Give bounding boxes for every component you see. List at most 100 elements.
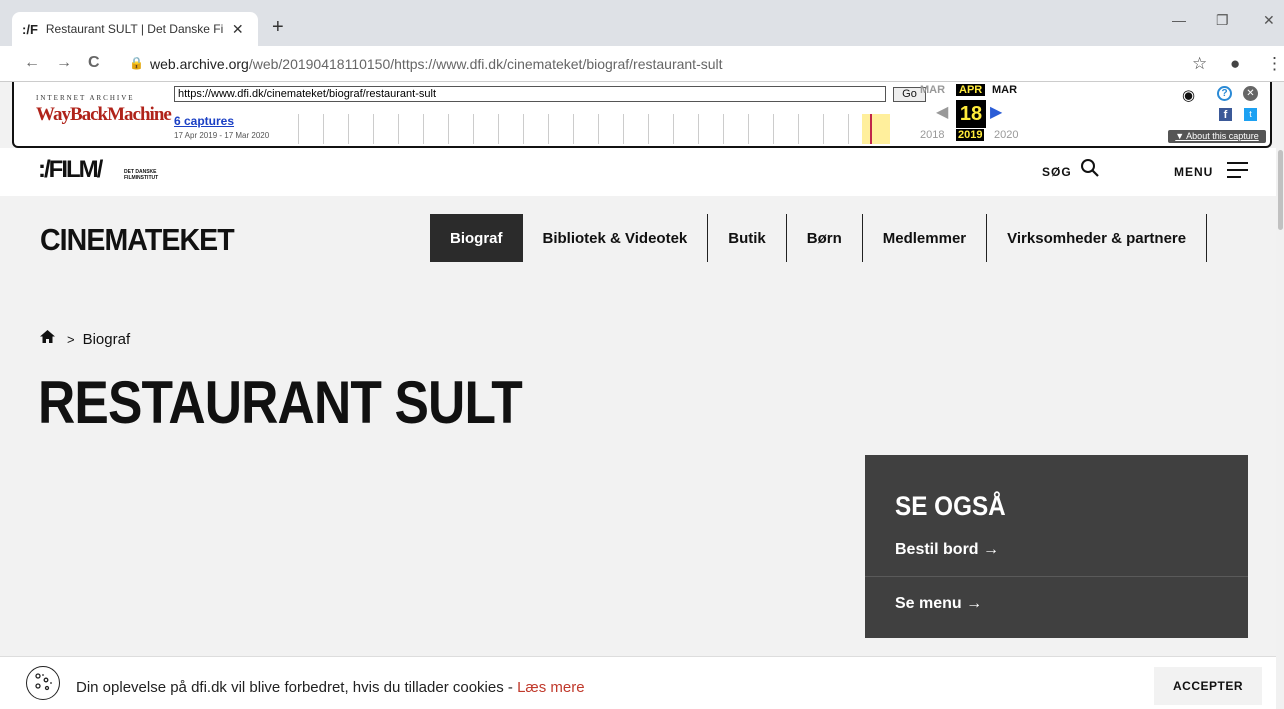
capture-day: 18 <box>956 100 986 128</box>
forward-icon[interactable]: → <box>56 54 72 72</box>
minimize-icon[interactable]: — <box>1172 12 1186 28</box>
timeline-tick <box>648 114 649 144</box>
new-tab-button[interactable]: + <box>272 16 284 39</box>
lock-icon: 🔒 <box>129 56 144 70</box>
search-icon[interactable] <box>1080 158 1100 184</box>
timeline-tick <box>748 114 749 144</box>
accept-button[interactable]: ACCEPTER <box>1154 667 1262 705</box>
dfi-logo-subtitle: DET DANSKE FILMINSTITUT <box>124 169 159 181</box>
menu-label[interactable]: MENU <box>1174 165 1213 179</box>
dfi-favicon-icon: :/F <box>22 21 38 37</box>
next-capture-icon[interactable]: ▶ <box>990 102 1002 122</box>
cookie-text: Din oplevelse på dfi.dk vil blive forbed… <box>76 679 518 696</box>
url-field[interactable]: web.archive.org/web/20190418110150/https… <box>150 56 723 72</box>
read-more-link[interactable]: Læs mere <box>517 679 585 696</box>
wayback-logo[interactable]: WayBackMachine <box>36 104 172 126</box>
wayback-url-input[interactable]: https://www.dfi.dk/cinemateket/biograf/r… <box>174 86 886 102</box>
twitter-icon[interactable]: t <box>1244 108 1257 121</box>
timeline-tick <box>298 114 299 144</box>
cookie-message: Din oplevelse på dfi.dk vil blive forbed… <box>76 679 585 696</box>
page-title: RESTAURANT SULT <box>38 369 523 436</box>
timeline-tick <box>823 114 824 144</box>
see-also-title: SE OGSÅ <box>895 491 1006 521</box>
search-label[interactable]: SØG <box>1042 165 1072 179</box>
close-tab-icon[interactable]: ✕ <box>232 21 244 38</box>
home-icon[interactable] <box>40 330 55 348</box>
capture-timeline[interactable] <box>298 114 890 144</box>
section-title[interactable]: CINEMATEKET <box>40 222 235 258</box>
timeline-tick <box>473 114 474 144</box>
timeline-tick <box>323 114 324 144</box>
see-also-divider <box>865 576 1248 577</box>
profile-icon[interactable]: ● <box>1230 54 1240 74</box>
restore-icon[interactable]: ❐ <box>1216 12 1229 29</box>
browser-tab[interactable]: :/F Restaurant SULT | Det Danske Filr ✕ <box>12 12 258 46</box>
breadcrumb: > Biograf <box>40 330 130 348</box>
tab-title: Restaurant SULT | Det Danske Filr <box>45 22 224 36</box>
section-nav: Biograf Bibliotek & Videotek Butik Børn … <box>430 214 1208 262</box>
nav-item-virksomheder[interactable]: Virksomheder & partnere <box>987 214 1208 262</box>
timeline-tick <box>773 114 774 144</box>
url-path: /web/20190418110150/https://www.dfi.dk/c… <box>248 56 723 72</box>
timeline-tick <box>398 114 399 144</box>
prev-capture-icon[interactable]: ◀ <box>936 102 948 122</box>
bookmark-star-icon[interactable]: ☆ <box>1192 54 1207 74</box>
tab-bar: :/F Restaurant SULT | Det Danske Filr ✕ … <box>0 0 1284 46</box>
month-next[interactable]: MAR <box>992 84 1017 96</box>
timeline-highlight <box>862 114 890 144</box>
timeline-tick <box>623 114 624 144</box>
year-current: 2019 <box>956 129 985 141</box>
month-prev[interactable]: MAR <box>920 84 945 96</box>
captures-range: 17 Apr 2019 - 17 Mar 2020 <box>174 131 270 140</box>
breadcrumb-current[interactable]: Biograf <box>83 331 131 348</box>
site-header: :/FILM/ DET DANSKE FILMINSTITUT SØG MENU <box>0 148 1284 196</box>
timeline-tick <box>523 114 524 144</box>
address-bar: ← → C 🔒 web.archive.org/web/201904181101… <box>0 46 1284 82</box>
timeline-tick <box>698 114 699 144</box>
browser-window: :/F Restaurant SULT | Det Danske Filr ✕ … <box>0 0 1284 709</box>
captures-link[interactable]: 6 captures <box>174 114 234 128</box>
year-prev[interactable]: 2018 <box>920 129 944 141</box>
timeline-tick <box>548 114 549 144</box>
cookie-banner: Din oplevelse på dfi.dk vil blive forbed… <box>0 656 1284 709</box>
reload-icon[interactable]: C <box>88 54 100 72</box>
more-menu-icon[interactable]: ⋮ <box>1266 54 1283 74</box>
user-icon[interactable]: ◉ <box>1182 86 1195 104</box>
wayback-toolbar: INTERNET ARCHIVE WayBackMachine https://… <box>12 82 1272 148</box>
window-close-icon[interactable]: ✕ <box>1263 12 1275 29</box>
hamburger-menu-icon[interactable] <box>1227 162 1248 178</box>
timeline-marker <box>870 114 872 144</box>
timeline-tick <box>498 114 499 144</box>
see-menu-link[interactable]: Se menu → <box>895 595 982 613</box>
timeline-tick <box>848 114 849 144</box>
wayback-logo-caption: INTERNET ARCHIVE <box>36 94 135 102</box>
timeline-tick <box>423 114 424 144</box>
timeline-tick <box>598 114 599 144</box>
nav-item-medlemmer[interactable]: Medlemmer <box>863 214 988 262</box>
timeline-tick <box>673 114 674 144</box>
nav-item-butik[interactable]: Butik <box>708 214 787 262</box>
nav-item-bibliotek[interactable]: Bibliotek & Videotek <box>523 214 709 262</box>
timeline-tick <box>798 114 799 144</box>
facebook-icon[interactable]: f <box>1219 108 1232 121</box>
year-next[interactable]: 2020 <box>994 129 1018 141</box>
about-capture-link[interactable]: ▼ About this capture <box>1168 130 1266 143</box>
nav-item-born[interactable]: Børn <box>787 214 863 262</box>
cookie-icon <box>26 666 60 700</box>
close-toolbar-icon[interactable]: ✕ <box>1243 86 1258 101</box>
timeline-tick <box>373 114 374 144</box>
timeline-tick <box>723 114 724 144</box>
help-icon[interactable]: ? <box>1217 86 1232 101</box>
nav-item-biograf[interactable]: Biograf <box>430 214 523 262</box>
timeline-tick <box>448 114 449 144</box>
see-also-box: SE OGSÅ Bestil bord → Se menu → <box>865 455 1248 638</box>
scrollbar-thumb[interactable] <box>1278 150 1283 230</box>
timeline-tick <box>573 114 574 144</box>
month-current: APR <box>956 84 986 96</box>
dfi-logo[interactable]: :/FILM/ <box>38 156 103 184</box>
timeline-tick <box>348 114 349 144</box>
url-host: web.archive.org <box>150 56 249 72</box>
breadcrumb-separator: > <box>67 331 75 347</box>
back-icon[interactable]: ← <box>24 54 40 72</box>
book-table-link[interactable]: Bestil bord → <box>895 541 999 559</box>
